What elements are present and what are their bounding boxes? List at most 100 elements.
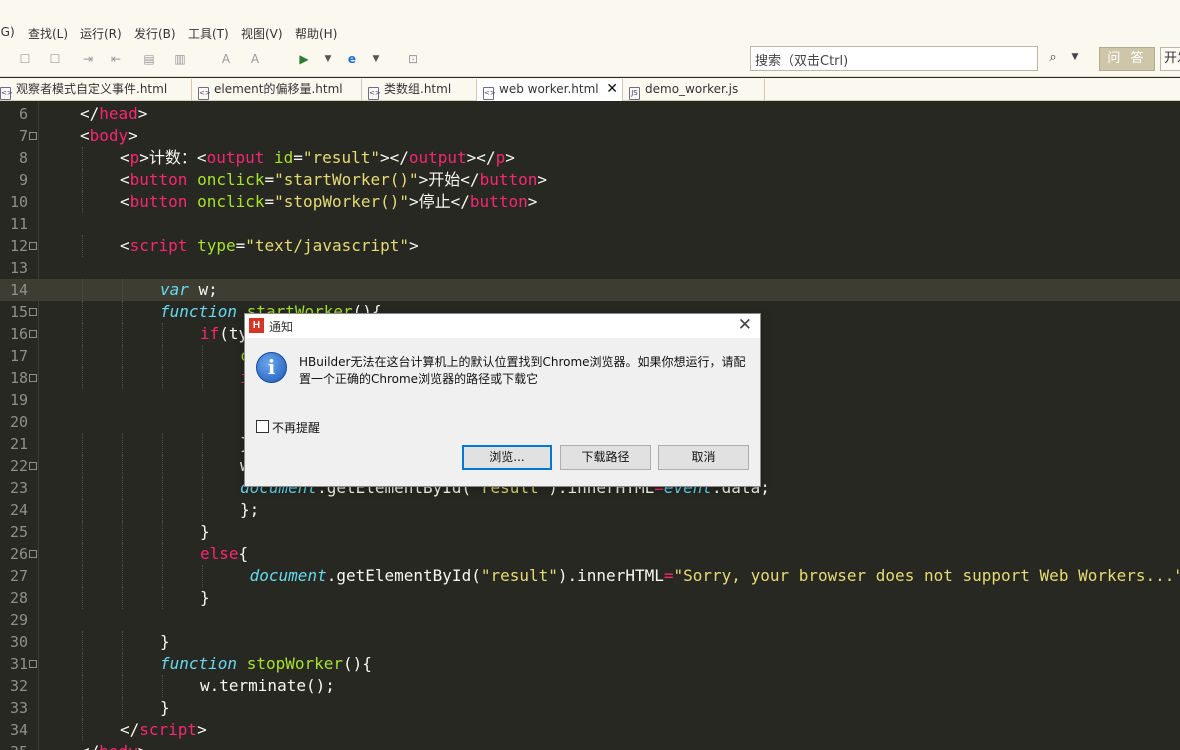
- format-icon[interactable]: ▥: [172, 51, 188, 67]
- code-line[interactable]: 35 </body>: [0, 741, 1180, 750]
- indent-guide: [82, 367, 83, 389]
- menu-item-tools[interactable]: 工具(T): [188, 25, 229, 42]
- menu-item-find[interactable]: 查找(L): [28, 25, 68, 42]
- browser-icon[interactable]: e: [344, 51, 360, 67]
- browser-dropdown-icon[interactable]: ▼: [368, 51, 384, 67]
- code-line[interactable]: 30}: [0, 631, 1180, 653]
- line-number: 8: [18, 149, 28, 167]
- qa-button[interactable]: 问 答: [1099, 47, 1155, 71]
- menu-item-goto[interactable]: (G): [0, 25, 15, 39]
- code-line[interactable]: 28}: [0, 587, 1180, 609]
- run-icon[interactable]: ▶: [296, 51, 312, 67]
- code-text: <button onclick="stopWorker()">停止</butto…: [120, 192, 538, 211]
- download-path-button[interactable]: 下载路径: [560, 445, 651, 470]
- search-icon[interactable]: ⌕: [1043, 50, 1063, 68]
- code-line[interactable]: 10 <button onclick="stopWorker()">停止</but…: [0, 191, 1180, 213]
- search-input[interactable]: 搜索（双击Ctrl): [750, 46, 1038, 71]
- fold-marker-icon[interactable]: [29, 374, 37, 382]
- indent-guide: [82, 169, 83, 191]
- indent-guide: [122, 433, 123, 455]
- code-text: <script type="text/javascript">: [120, 236, 419, 255]
- indent-guide: [82, 323, 83, 345]
- dont-remind-label[interactable]: 不再提醒: [272, 419, 320, 436]
- code-line[interactable]: 29: [0, 609, 1180, 631]
- fold-marker-icon[interactable]: [29, 660, 37, 668]
- tab-web-worker[interactable]: <> web worker.html ✕: [477, 79, 623, 101]
- menu-item-view[interactable]: 视图(V): [241, 25, 283, 42]
- indent-guide: [162, 477, 163, 499]
- indent-guide: [202, 433, 203, 455]
- indent-icon[interactable]: ⇥: [80, 51, 96, 67]
- indent-guide: [202, 367, 203, 389]
- tab-close-icon[interactable]: ✕: [606, 79, 618, 100]
- indent-guide: [82, 587, 83, 609]
- menu-item-run[interactable]: 运行(R): [80, 25, 122, 42]
- indent-guide: [162, 345, 163, 367]
- save-file-icon[interactable]: ☐: [47, 51, 63, 67]
- code-line[interactable]: 34 </script>: [0, 719, 1180, 741]
- outdent-icon[interactable]: ⇤: [108, 51, 124, 67]
- dialog-title: 通知: [269, 320, 294, 334]
- dont-remind-checkbox[interactable]: [256, 420, 269, 433]
- tab-label: 类数组.html: [384, 82, 452, 96]
- fold-marker-icon[interactable]: [29, 132, 37, 140]
- menu-bar: (G) 查找(L) 运行(R) 发行(B) 工具(T) 视图(V) 帮助(H): [0, 0, 1180, 42]
- code-line[interactable]: 27 document.getElementById("result").inn…: [0, 565, 1180, 587]
- fold-marker-icon[interactable]: [29, 462, 37, 470]
- new-file-icon[interactable]: ☐: [17, 51, 33, 67]
- code-line[interactable]: 7 <body>: [0, 125, 1180, 147]
- code-line[interactable]: 12 <script type="text/javascript">: [0, 235, 1180, 257]
- line-number: 14: [9, 281, 28, 299]
- tab-demo-worker[interactable]: JS demo_worker.js: [623, 79, 765, 101]
- indent-guide: [122, 345, 123, 367]
- tab-element-offset[interactable]: <> element的偏移量.html: [192, 79, 362, 101]
- code-line[interactable]: 6 </head>: [0, 103, 1180, 125]
- search-dropdown-icon[interactable]: ▼: [1068, 52, 1082, 66]
- dialog-title-bar[interactable]: H 通知 ✕: [245, 314, 760, 338]
- code-line[interactable]: 25}: [0, 521, 1180, 543]
- close-icon[interactable]: ✕: [738, 315, 752, 335]
- code-line[interactable]: 13: [0, 257, 1180, 279]
- preview-icon[interactable]: ⊡: [405, 51, 421, 67]
- fold-marker-icon[interactable]: [29, 550, 37, 558]
- code-line[interactable]: 32 w.terminate();: [0, 675, 1180, 697]
- indent-guide: [82, 301, 83, 323]
- hbuilder-logo-icon: H: [249, 318, 264, 333]
- indent-guide: [122, 565, 123, 587]
- tab-observer-event[interactable]: <> 观察者模式自定义事件.html: [0, 79, 192, 101]
- run-dropdown-icon[interactable]: ▼: [320, 51, 336, 67]
- code-line[interactable]: 11: [0, 213, 1180, 235]
- cancel-button[interactable]: 取消: [658, 445, 749, 470]
- fold-marker-icon[interactable]: [29, 242, 37, 250]
- tab-array-like[interactable]: <> 类数组.html: [362, 79, 477, 101]
- line-number: 22: [9, 457, 28, 475]
- line-number: 16: [9, 325, 28, 343]
- code-line[interactable]: 31 function stopWorker(){: [0, 653, 1180, 675]
- menu-item-help[interactable]: 帮助(H): [295, 25, 337, 42]
- indent-guide: [82, 345, 83, 367]
- fold-marker-icon[interactable]: [29, 308, 37, 316]
- indent-guide: [82, 499, 83, 521]
- code-line[interactable]: 8 <p>计数：<output id="result"></output></p>: [0, 147, 1180, 169]
- browse-button[interactable]: 浏览...: [462, 445, 552, 470]
- indent-guide: [122, 521, 123, 543]
- menu-item-publish[interactable]: 发行(B): [134, 25, 176, 42]
- indent-guide: [82, 675, 83, 697]
- line-number: 34: [9, 721, 28, 739]
- code-line[interactable]: 33}: [0, 697, 1180, 719]
- fold-marker-icon[interactable]: [29, 330, 37, 338]
- indent-guide: [162, 367, 163, 389]
- font-decrease-icon[interactable]: A: [247, 51, 263, 67]
- font-increase-icon[interactable]: A: [218, 51, 234, 67]
- develop-button[interactable]: 开发: [1160, 47, 1180, 71]
- indent-guide: [82, 147, 83, 169]
- code-line[interactable]: 9 <button onclick="startWorker()">开始</but…: [0, 169, 1180, 191]
- line-number: 26: [9, 545, 28, 563]
- indent-guide: [162, 455, 163, 477]
- code-line[interactable]: 26 else{: [0, 543, 1180, 565]
- code-line[interactable]: 14 var w;: [0, 279, 1180, 301]
- code-line[interactable]: 24};: [0, 499, 1180, 521]
- comment-icon[interactable]: ▤: [141, 51, 157, 67]
- line-number: 28: [9, 589, 28, 607]
- indent-guide: [202, 455, 203, 477]
